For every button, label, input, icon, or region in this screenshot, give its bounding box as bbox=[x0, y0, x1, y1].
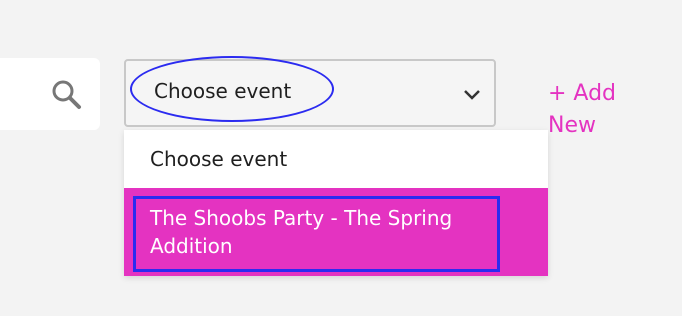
add-new-link[interactable]: + Add New bbox=[548, 78, 658, 142]
chevron-down-icon[interactable] bbox=[462, 88, 482, 102]
event-select-value: Choose event bbox=[154, 79, 292, 103]
event-dropdown-list: Choose event The Shoobs Party - The Spri… bbox=[124, 130, 548, 276]
dropdown-option-choose-event[interactable]: Choose event bbox=[124, 130, 548, 188]
event-select[interactable]: Choose event bbox=[124, 59, 496, 127]
dropdown-option-shoobs-party[interactable]: The Shoobs Party - The Spring Addition bbox=[124, 188, 548, 276]
search-icon[interactable] bbox=[50, 78, 82, 110]
